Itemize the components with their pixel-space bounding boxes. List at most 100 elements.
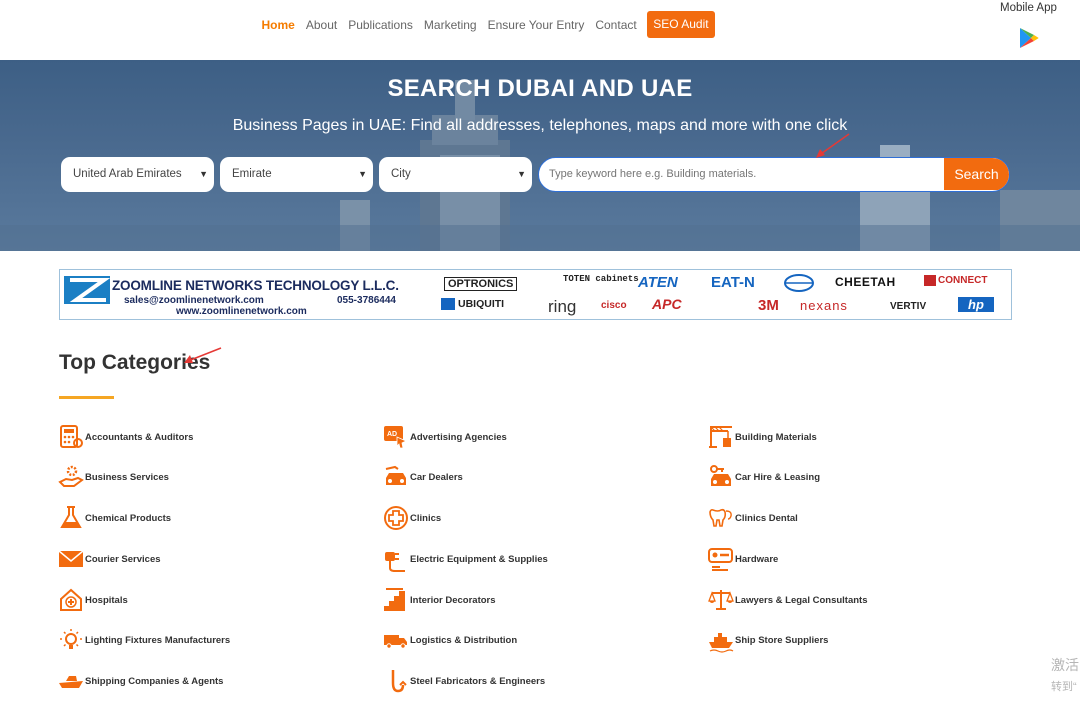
city-select-value: City xyxy=(391,168,411,180)
ship-icon xyxy=(709,633,734,653)
banner-company-name: ZOOMLINE NETWORKS TECHNOLOGY L.L.C. xyxy=(112,278,399,293)
banner-email: sales@zoomlinenetwork.com xyxy=(124,295,264,306)
nav-marketing[interactable]: Marketing xyxy=(418,12,482,38)
category-hospitals[interactable]: Hospitals xyxy=(58,587,128,613)
brand-aten: ATEN xyxy=(638,274,678,291)
calculator-icon xyxy=(60,425,83,448)
nav-ensure-entry[interactable]: Ensure Your Entry xyxy=(482,12,590,38)
category-electric-equipment[interactable]: Electric Equipment & Supplies xyxy=(383,546,548,572)
country-select[interactable]: United Arab Emirates ▼ xyxy=(61,157,214,192)
annotation-arrow-icon xyxy=(184,347,222,363)
brand-eaton: EAT-N xyxy=(711,274,755,291)
brand-3m: 3M xyxy=(758,297,779,314)
zoomline-logo-icon xyxy=(64,276,111,304)
google-play-icon[interactable] xyxy=(1019,27,1039,49)
category-label: Business Services xyxy=(85,471,169,483)
crane-icon xyxy=(709,426,732,448)
category-lighting-fixtures[interactable]: Lighting Fixtures Manufacturers xyxy=(58,627,230,653)
category-interior-decorators[interactable]: Interior Decorators xyxy=(383,587,496,613)
annotation-arrow-icon xyxy=(816,133,850,158)
emirate-select[interactable]: Emirate ▼ xyxy=(220,157,373,192)
category-label: Shipping Companies & Agents xyxy=(85,675,224,687)
category-courier-services[interactable]: Courier Services xyxy=(58,546,161,572)
category-label: Clinics xyxy=(410,512,442,524)
category-chemical-products[interactable]: Chemical Products xyxy=(58,505,171,531)
chevron-down-icon: ▼ xyxy=(358,169,367,179)
category-label: Clinics Dental xyxy=(735,512,798,524)
brand-ring: ring xyxy=(548,297,577,316)
heading-underline xyxy=(59,396,114,399)
category-car-dealers[interactable]: Car Dealers xyxy=(383,464,463,490)
category-car-hire[interactable]: Car Hire & Leasing xyxy=(708,464,820,490)
category-business-services[interactable]: Business Services xyxy=(58,464,169,490)
search-bar: Search xyxy=(538,157,1010,192)
category-label: Lawyers & Legal Consultants xyxy=(735,594,868,606)
advertising-icon: AD xyxy=(384,426,407,449)
category-lawyers[interactable]: Lawyers & Legal Consultants xyxy=(708,587,868,613)
category-label: Hardware xyxy=(735,553,779,565)
category-advertising-agencies[interactable]: AD Advertising Agencies xyxy=(383,424,507,450)
brand-vertiv: VERTIV xyxy=(890,301,927,312)
category-logistics[interactable]: Logistics & Distribution xyxy=(383,627,517,653)
seo-audit-button[interactable]: SEO Audit xyxy=(647,11,715,38)
hero-title: SEARCH DUBAI AND UAE xyxy=(387,75,693,102)
nav-home[interactable]: Home xyxy=(256,12,300,38)
category-clinics[interactable]: Clinics xyxy=(383,505,441,531)
chevron-down-icon: ▼ xyxy=(199,169,208,179)
brand-nexans: nexans xyxy=(800,298,848,313)
category-accountants[interactable]: Accountants & Auditors xyxy=(58,424,193,450)
svg-text:AD: AD xyxy=(387,431,397,438)
category-clinics-dental[interactable]: Clinics Dental xyxy=(708,505,798,531)
bulb-icon xyxy=(60,629,82,649)
category-label: Building Materials xyxy=(735,431,817,443)
search-button[interactable]: Search xyxy=(944,158,1009,190)
envelope-icon xyxy=(58,550,84,567)
category-label: Courier Services xyxy=(85,553,161,565)
top-nav: Home About Publications Marketing Ensure… xyxy=(0,0,1080,60)
hand-gear-icon xyxy=(58,465,84,487)
sponsor-banner[interactable]: ZOOMLINE NETWORKS TECHNOLOGY L.L.C. sale… xyxy=(59,269,1012,320)
category-label: Hospitals xyxy=(85,594,128,606)
category-hardware[interactable]: Hardware xyxy=(708,546,778,572)
plug-icon xyxy=(385,552,405,572)
brand-optronics: OPTRONICS xyxy=(444,277,518,291)
nav-publications[interactable]: Publications xyxy=(343,12,419,38)
category-label: Accountants & Auditors xyxy=(85,431,194,443)
mobile-app-label: Mobile App xyxy=(1000,2,1057,14)
category-label: Advertising Agencies xyxy=(410,431,507,443)
category-steel-fabricators[interactable]: Steel Fabricators & Engineers xyxy=(383,668,545,694)
brand-hp: hp xyxy=(958,297,994,312)
nav-about[interactable]: About xyxy=(300,12,342,38)
city-select[interactable]: City ▼ xyxy=(379,157,532,192)
banner-website: www.zoomlinenetwork.com xyxy=(176,306,307,317)
hero-subtitle: Business Pages in UAE: Find all addresse… xyxy=(232,117,848,134)
windows-activation-watermark-sub: 转到“ xyxy=(1051,681,1077,693)
category-label: Car Dealers xyxy=(410,471,463,483)
hospital-icon xyxy=(60,588,82,611)
category-shipping-companies[interactable]: Shipping Companies & Agents xyxy=(58,668,223,694)
country-select-value: United Arab Emirates xyxy=(73,168,182,180)
tooth-icon xyxy=(709,508,732,527)
nav-contact[interactable]: Contact xyxy=(590,12,642,38)
flask-icon xyxy=(60,506,82,528)
banner-phone: 055-3786444 xyxy=(337,295,396,306)
emirate-select-value: Emirate xyxy=(232,168,272,180)
car-icon xyxy=(385,465,406,485)
category-building-materials[interactable]: Building Materials xyxy=(708,424,817,450)
category-label: Electric Equipment & Supplies xyxy=(410,553,548,565)
truck-icon xyxy=(384,635,407,649)
category-ship-store-suppliers[interactable]: Ship Store Suppliers xyxy=(708,627,828,653)
category-label: Lighting Fixtures Manufacturers xyxy=(85,634,231,646)
brand-toten: TOTEN cabinets xyxy=(563,274,639,284)
category-label: Logistics & Distribution xyxy=(410,634,518,646)
windows-activation-watermark: 激活 xyxy=(1051,657,1079,673)
nav-links: Home About Publications Marketing Ensure… xyxy=(256,11,715,38)
hero-section: SEARCH DUBAI AND UAE Business Pages in U… xyxy=(0,60,1080,251)
brand-cisco: cisco xyxy=(601,300,627,311)
chevron-down-icon: ▼ xyxy=(517,169,526,179)
category-label: Steel Fabricators & Engineers xyxy=(410,675,546,687)
car-key-icon xyxy=(710,465,731,486)
search-input[interactable] xyxy=(549,158,939,190)
boat-icon xyxy=(59,676,83,688)
category-label: Car Hire & Leasing xyxy=(735,471,820,483)
